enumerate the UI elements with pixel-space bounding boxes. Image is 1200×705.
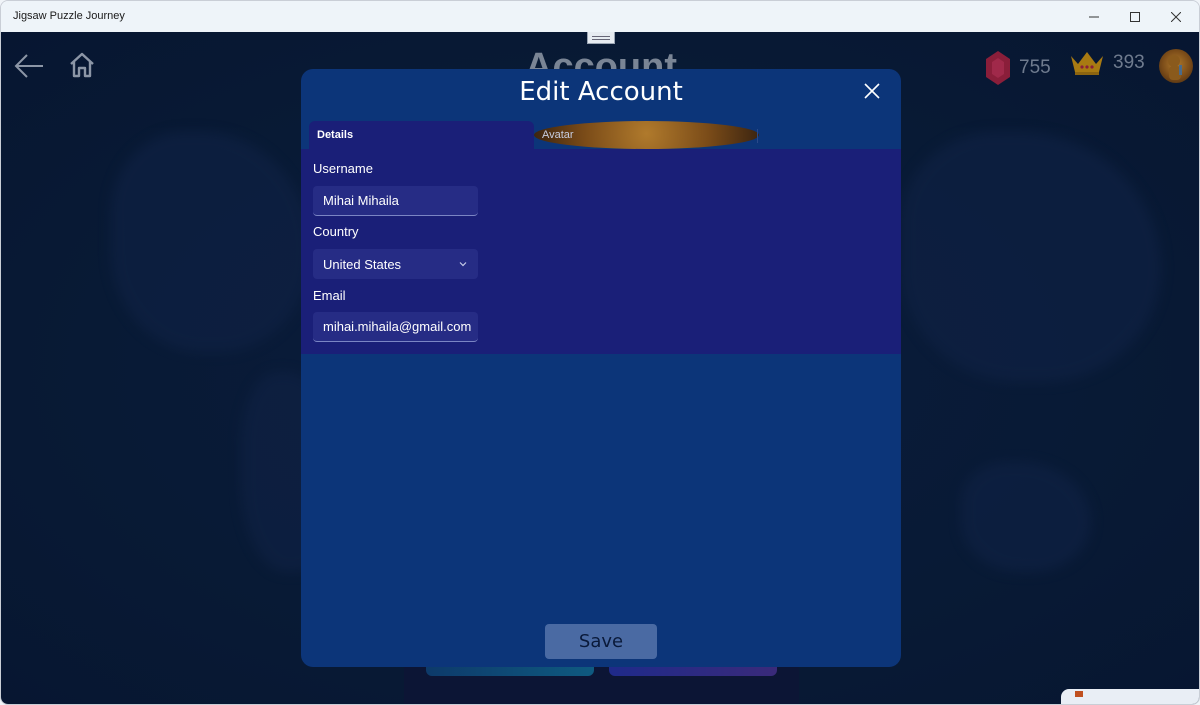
drag-handle[interactable] xyxy=(587,32,615,44)
maximize-button[interactable] xyxy=(1112,1,1158,32)
world-map-background xyxy=(901,132,1161,382)
maximize-icon xyxy=(1130,11,1140,22)
avatar-icon xyxy=(1168,55,1182,80)
app-content: Account 755 393 Edit Account Details Ava… xyxy=(1,32,1199,704)
gem-icon xyxy=(986,51,1010,85)
world-map-background xyxy=(961,462,1091,572)
notification-popup[interactable] xyxy=(1061,689,1199,704)
email-label: Email xyxy=(313,288,346,303)
email-value: mihai.mihaila@gmail.com xyxy=(323,319,472,334)
gems-value: 755 xyxy=(1019,57,1051,78)
dialog-title: Edit Account xyxy=(519,77,683,107)
crown-icon xyxy=(1071,52,1103,75)
tab-details[interactable]: Details xyxy=(309,121,534,149)
country-value: United States xyxy=(323,256,402,272)
country-label: Country xyxy=(313,224,359,239)
tab-divider xyxy=(757,129,758,143)
username-input[interactable]: Mihai Mihaila xyxy=(313,186,478,216)
minimize-button[interactable] xyxy=(1071,1,1117,32)
tab-avatar[interactable]: Avatar xyxy=(534,121,759,149)
window-title: Jigsaw Puzzle Journey xyxy=(13,10,125,22)
country-select[interactable]: United States xyxy=(313,249,478,279)
world-map-background xyxy=(111,132,311,352)
tab-bar: Details Avatar xyxy=(309,121,901,149)
minimize-icon xyxy=(1089,16,1099,17)
username-label: Username xyxy=(313,161,373,176)
save-button[interactable]: Save xyxy=(545,624,657,659)
email-input[interactable]: mihai.mihaila@gmail.com xyxy=(313,312,478,342)
window-close-button[interactable] xyxy=(1153,1,1199,32)
title-bar: Jigsaw Puzzle Journey xyxy=(1,1,1199,32)
crowns-counter: 393 xyxy=(1069,50,1145,76)
username-value: Mihai Mihaila xyxy=(323,193,399,208)
dialog-close-button[interactable] xyxy=(861,80,883,102)
chevron-down-icon xyxy=(459,262,467,267)
gems-counter: 755 xyxy=(985,50,1051,86)
close-icon xyxy=(864,83,880,99)
app-icon xyxy=(1075,691,1083,697)
edit-account-dialog: Edit Account Details Avatar Username Mih… xyxy=(301,69,901,667)
avatar[interactable] xyxy=(1159,49,1193,83)
details-panel: Username Mihai Mihaila Country United St… xyxy=(301,149,901,354)
close-icon xyxy=(1171,11,1181,22)
app-window: Jigsaw Puzzle Journey Account 755 393 Ed… xyxy=(0,0,1200,705)
crowns-value: 393 xyxy=(1113,52,1145,73)
